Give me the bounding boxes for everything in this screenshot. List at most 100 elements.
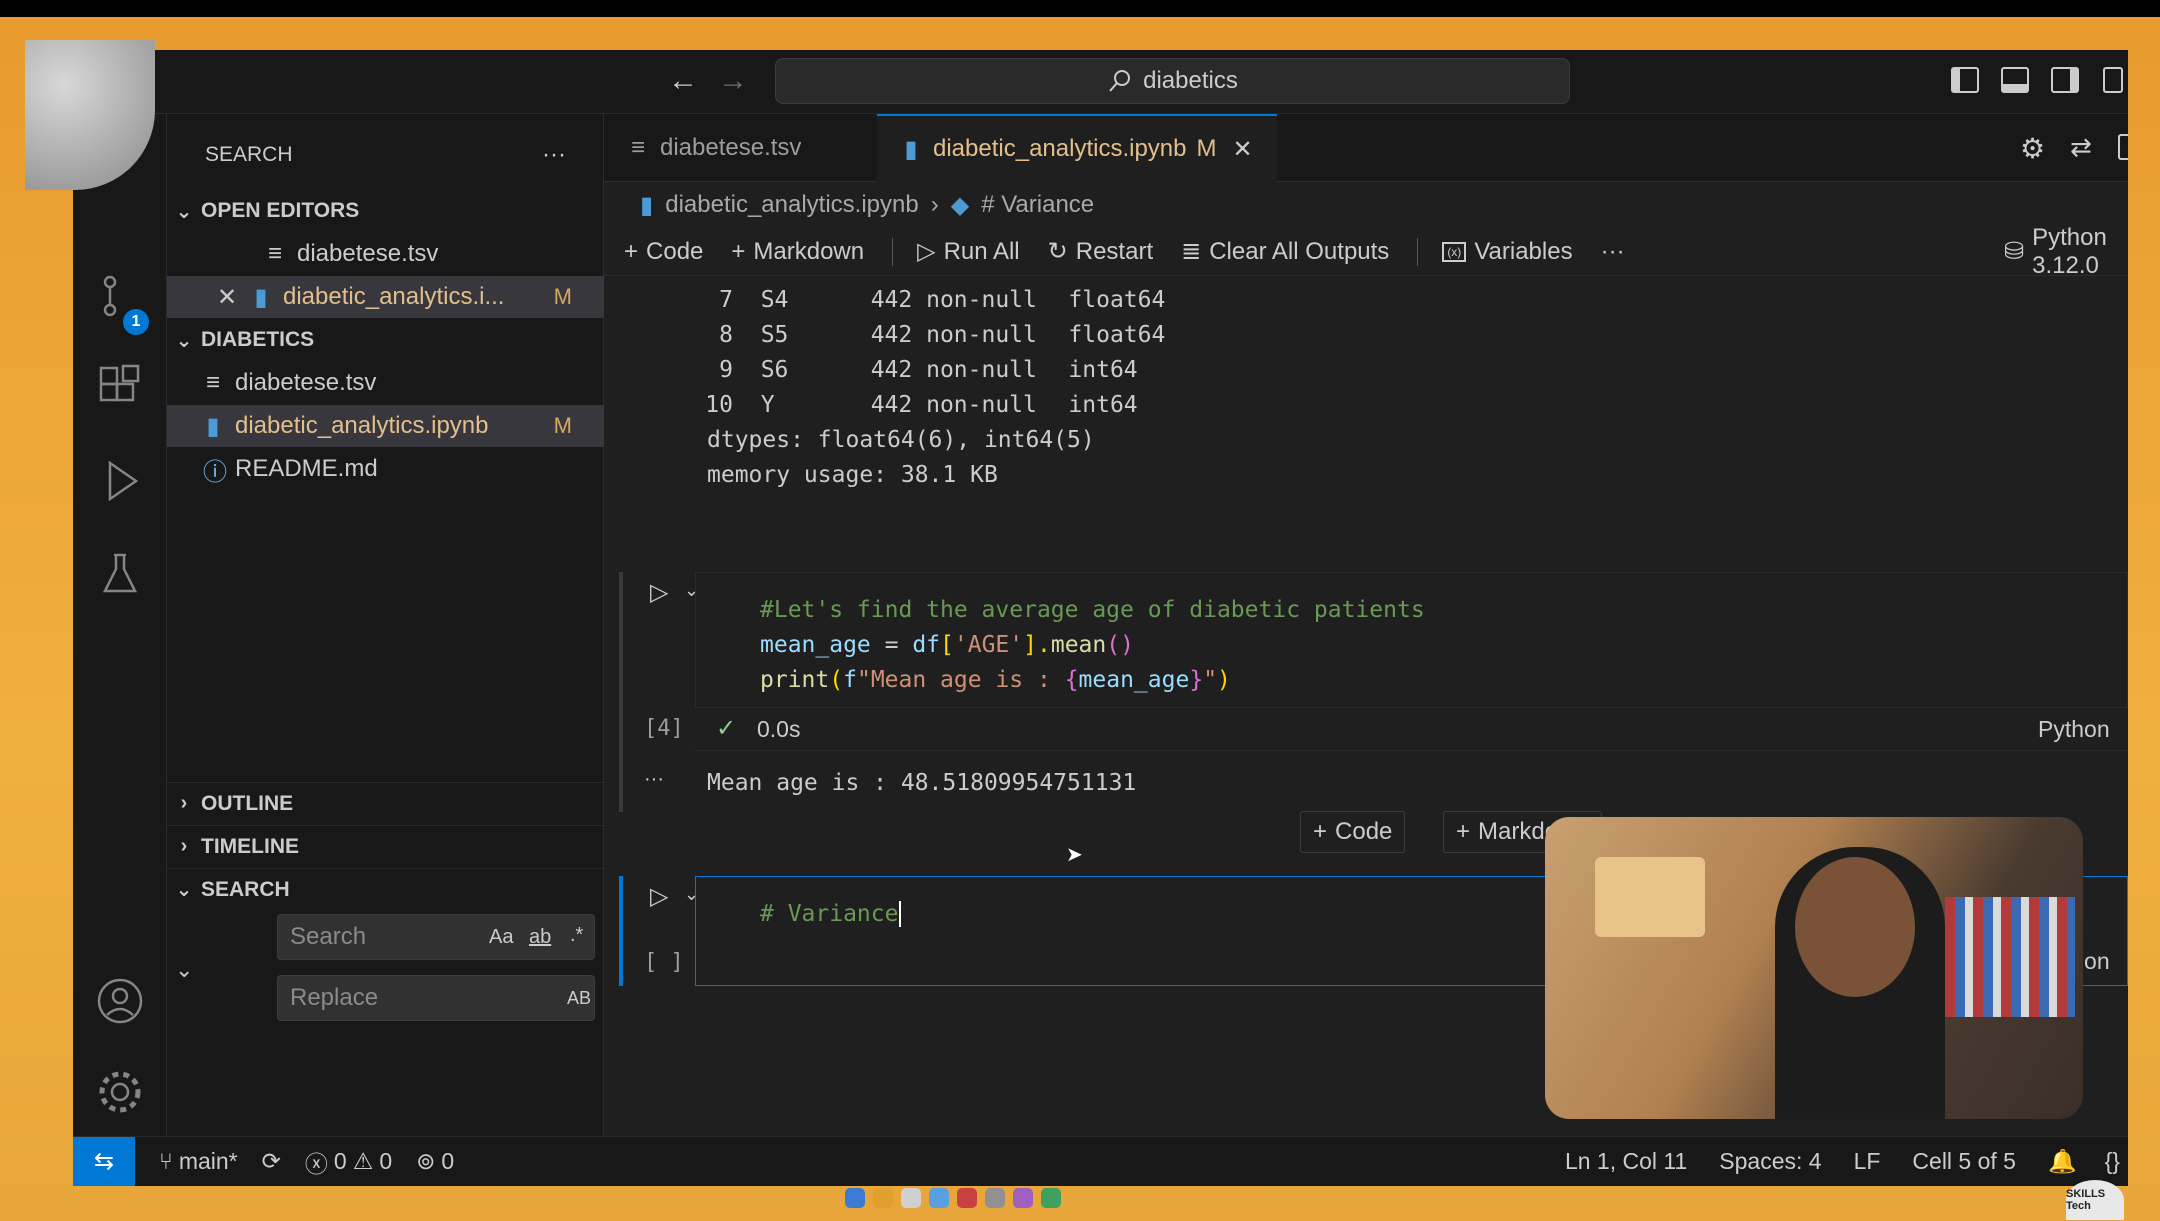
account-icon[interactable] — [93, 974, 147, 1028]
sync-icon[interactable]: ⟳ — [262, 1148, 281, 1175]
tab-diabetic-analytics[interactable]: ▮ diabetic_analytics.ipynb M ✕ — [877, 114, 1277, 182]
forward-arrow-icon[interactable]: → — [718, 64, 748, 98]
check-icon: ✓ — [716, 715, 737, 742]
kernel-icon: ⛁ — [2004, 238, 2025, 265]
indentation[interactable]: Spaces: 4 — [1719, 1148, 1821, 1175]
broadcast-icon: ⊚ — [416, 1148, 436, 1174]
extensions-icon[interactable] — [93, 359, 147, 413]
file-label: diabetic_analytics.ipynb — [235, 412, 489, 439]
run-all-button[interactable]: ▷ Run All — [917, 237, 1020, 266]
branch-indicator[interactable]: ⑂ main* — [159, 1148, 238, 1175]
ports-count: 0 — [441, 1148, 455, 1174]
kernel-picker[interactable]: ⛁ Python 3.12.0 — [2004, 224, 2107, 280]
notebook-settings-gear-icon[interactable]: ⚙ — [2020, 132, 2045, 165]
toolbar-divider — [1417, 237, 1419, 266]
close-tab-icon[interactable]: ✕ — [1233, 135, 1253, 164]
tab-diabetese-tsv[interactable]: ≡ diabetese.tsv — [604, 114, 864, 182]
dock-app-icon[interactable] — [873, 1188, 893, 1208]
split-editor-icon[interactable] — [2118, 134, 2128, 160]
file-item-tsv[interactable]: ≡ diabetese.tsv — [167, 362, 604, 404]
open-editors-header[interactable]: ⌄ OPEN EDITORS — [167, 190, 604, 232]
clear-outputs-button[interactable]: ≣ Clear All Outputs — [1181, 237, 1389, 266]
sidebar-title: SEARCH — [205, 143, 293, 166]
dock-app-icon[interactable] — [929, 1188, 949, 1208]
dock-app-icon[interactable] — [901, 1188, 921, 1208]
toggle-primary-sidebar-icon[interactable] — [1951, 67, 1979, 93]
open-changes-icon[interactable]: ⇄ — [2070, 132, 2092, 163]
toggle-panel-icon[interactable] — [2001, 67, 2029, 93]
remote-icon[interactable]: ⇆ — [73, 1136, 135, 1186]
regex-icon[interactable]: .* — [570, 924, 583, 947]
manage-gear-icon[interactable] — [93, 1065, 147, 1119]
restart-button[interactable]: ↻ Restart — [1048, 237, 1153, 266]
plus-icon: + — [624, 237, 639, 265]
breadcrumb-file[interactable]: diabetic_analytics.ipynb — [665, 191, 919, 219]
run-cell-icon[interactable]: ▷ — [650, 578, 668, 607]
git-branch-icon: ⑂ — [159, 1148, 173, 1174]
code-line: #Let's find the average age of diabetic … — [760, 597, 1425, 623]
back-arrow-icon[interactable]: ← — [668, 64, 698, 98]
output-menu-icon[interactable]: ··· — [644, 768, 664, 791]
toggle-replace-chevron-icon[interactable]: ⌄ — [175, 957, 193, 983]
open-editor-item-tsv[interactable]: ≡ diabetese.tsv — [167, 233, 604, 275]
run-all-label: Run All — [943, 237, 1020, 265]
replace-input[interactable]: Replace — [277, 975, 595, 1021]
close-icon[interactable]: ✕ — [217, 283, 251, 312]
end-of-line[interactable]: LF — [1854, 1148, 1881, 1175]
code-cell-editor[interactable]: #Let's find the average age of diabetic … — [695, 572, 2128, 708]
customize-layout-icon[interactable] — [2103, 67, 2123, 93]
chevron-down-icon: ⌄ — [175, 879, 193, 901]
bell-icon[interactable]: 🔔 — [2048, 1148, 2077, 1175]
file-item-readme[interactable]: ⓘ README.md — [167, 448, 604, 490]
warning-count: 0 — [379, 1148, 393, 1174]
breadcrumb: ▮ diabetic_analytics.ipynb › ◆ # Varianc… — [604, 182, 2128, 228]
variables-button[interactable]: (x) Variables — [1442, 238, 1573, 266]
add-markdown-button[interactable]: + Markdown — [731, 238, 864, 266]
output-line: 8 S5 442 non-null float64 — [719, 322, 1166, 348]
match-whole-word-icon[interactable]: ab — [529, 926, 551, 949]
cell-focus-bar — [619, 572, 623, 812]
lamp-shade — [1595, 857, 1705, 937]
command-center[interactable]: diabetics — [775, 58, 1570, 104]
search-section-header[interactable]: ⌄ SEARCH — [167, 868, 604, 910]
open-editor-label: diabetic_analytics.i... — [283, 283, 505, 310]
chevron-right-icon: › — [930, 191, 939, 218]
folder-header[interactable]: ⌄ DIABETICS — [167, 319, 604, 361]
chevron-down-icon: ⌄ — [175, 329, 193, 352]
dock-app-icon[interactable] — [985, 1188, 1005, 1208]
dock-app-icon[interactable] — [957, 1188, 977, 1208]
ports-indicator[interactable]: ⊚ 0 — [416, 1148, 454, 1175]
cell-language[interactable]: Python — [2038, 716, 2110, 743]
dock-app-icon[interactable] — [845, 1188, 865, 1208]
run-cell-icon[interactable]: ▷ — [650, 882, 668, 911]
cell-indicator[interactable]: Cell 5 of 5 — [1912, 1148, 2016, 1175]
code-line: # Variance — [760, 897, 902, 932]
problems-indicator[interactable]: ⓧ 0 ⚠ 0 — [305, 1145, 392, 1179]
timeline-label: TIMELINE — [201, 834, 299, 858]
dock-app-icon[interactable] — [1013, 1188, 1033, 1208]
open-editors-label: OPEN EDITORS — [201, 199, 360, 222]
output-dtypes: dtypes: float64(6), int64(5) — [707, 427, 1095, 453]
braces-icon[interactable]: {} — [2105, 1148, 2120, 1175]
tab-bar: ≡ diabetese.tsv ▮ diabetic_analytics.ipy… — [604, 114, 2128, 182]
file-item-notebook[interactable]: ▮ diabetic_analytics.ipynb M — [167, 405, 604, 447]
preserve-case-icon[interactable]: AB — [567, 988, 591, 1009]
insert-code-label: Code — [1335, 818, 1393, 845]
insert-code-button[interactable]: + Code — [1300, 811, 1406, 853]
run-debug-icon[interactable] — [93, 454, 147, 508]
match-case-icon[interactable]: Aa — [489, 926, 513, 949]
source-control-badge: 1 — [123, 309, 149, 335]
cursor-position[interactable]: Ln 1, Col 11 — [1565, 1148, 1687, 1175]
outline-header[interactable]: › OUTLINE — [167, 782, 604, 824]
toggle-secondary-sidebar-icon[interactable] — [2051, 67, 2079, 93]
testing-flask-icon[interactable] — [93, 546, 147, 600]
timeline-header[interactable]: › TIMELINE — [167, 825, 604, 867]
sidebar-more-icon[interactable]: ··· — [542, 134, 582, 176]
search-icon — [1109, 70, 1131, 92]
breadcrumb-section[interactable]: # Variance — [981, 191, 1094, 219]
open-editor-item-notebook[interactable]: ✕ ▮ diabetic_analytics.i... M — [167, 276, 604, 318]
toolbar-more-button[interactable]: ··· — [1601, 238, 1625, 266]
execution-count: [ ] — [644, 950, 684, 975]
add-code-button[interactable]: + Code — [624, 238, 703, 266]
dock-app-icon[interactable] — [1041, 1188, 1061, 1208]
